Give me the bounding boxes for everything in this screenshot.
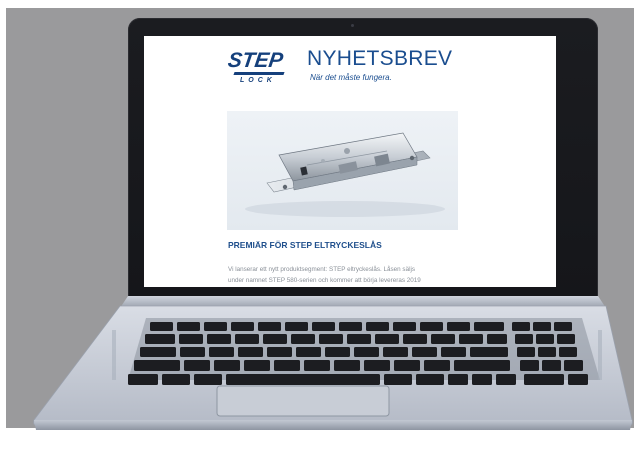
door-lock-mechanism-icon (245, 132, 445, 217)
newsletter-title: NYHETSBREV (307, 47, 453, 70)
webcam-icon (351, 24, 354, 27)
step-lock-logo[interactable]: STEP LOCK (226, 49, 290, 90)
newsletter-tagline: När det måste fungera. (310, 73, 392, 82)
logo-underline (233, 72, 285, 75)
logo-wordmark: STEP (226, 49, 285, 72)
section-heading: PREMIÄR FÖR STEP ELTRYCKESLÅS (228, 240, 382, 250)
hero-image[interactable] (227, 111, 458, 230)
logo-subtitle: LOCK (240, 77, 276, 84)
laptop-screen: STEP LOCK NYHETSBREV När det måste funge… (144, 36, 556, 287)
article-body: Vi lanserar ett nytt produktsegment: STE… (228, 264, 468, 286)
body-line: under namnet STEP 580-serien och kommer … (228, 277, 421, 284)
newsletter-header: STEP LOCK NYHETSBREV När det måste funge… (144, 36, 556, 102)
body-line: Vi lanserar ett nytt produktsegment: STE… (228, 266, 416, 273)
